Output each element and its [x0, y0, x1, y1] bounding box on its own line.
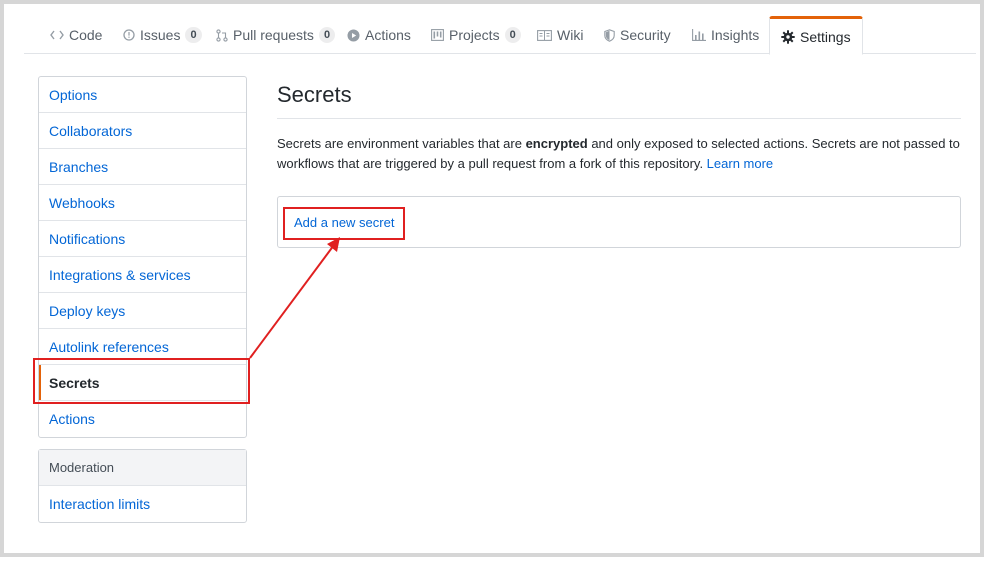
page-title: Secrets — [277, 82, 352, 107]
play-icon — [347, 29, 360, 42]
tab-label: Projects — [449, 27, 500, 43]
tab-label: Actions — [365, 27, 411, 43]
project-icon — [431, 29, 444, 41]
book-icon — [537, 29, 552, 41]
graph-icon — [692, 29, 706, 41]
sidebar-item-integrations[interactable]: Integrations & services — [39, 257, 246, 293]
tab-security[interactable]: Security — [604, 16, 671, 54]
sidebar-item-autolink-references[interactable]: Autolink references — [39, 329, 246, 365]
secrets-description: Secrets are environment variables that a… — [277, 134, 967, 174]
issue-icon — [123, 29, 135, 41]
description-text: Secrets are environment variables that a… — [277, 136, 526, 151]
moderation-sidebar: Moderation Interaction limits — [38, 449, 247, 523]
tab-label: Insights — [711, 27, 760, 43]
tab-wiki[interactable]: Wiki — [537, 16, 583, 54]
secrets-panel: Add a new secret — [277, 196, 961, 248]
tab-label: Code — [69, 27, 103, 43]
tab-label: Pull requests — [233, 27, 314, 43]
repo-tabs: Code Issues 0 Pull requests 0 Actions Pr… — [24, 16, 976, 55]
tab-label: Wiki — [557, 27, 584, 43]
screenshot-frame: Code Issues 0 Pull requests 0 Actions Pr… — [0, 0, 984, 557]
sidebar-item-notifications[interactable]: Notifications — [39, 221, 246, 257]
tab-issues[interactable]: Issues 0 — [123, 16, 202, 54]
sidebar-item-secrets[interactable]: Secrets — [39, 365, 246, 401]
tab-code[interactable]: Code — [50, 16, 102, 54]
settings-sidebar: Options Collaborators Branches Webhooks … — [38, 76, 247, 438]
issues-counter: 0 — [185, 27, 202, 43]
add-secret-link[interactable]: Add a new secret — [294, 215, 394, 230]
tab-label: Issues — [140, 27, 181, 43]
gear-icon — [781, 29, 795, 44]
sidebar-item-deploy-keys[interactable]: Deploy keys — [39, 293, 246, 329]
tab-settings[interactable]: Settings — [769, 16, 863, 55]
tab-label: Settings — [800, 28, 851, 45]
moderation-heading: Moderation — [39, 450, 246, 486]
sidebar-item-interaction-limits[interactable]: Interaction limits — [39, 486, 246, 522]
pull-request-icon — [216, 28, 228, 42]
projects-counter: 0 — [504, 27, 521, 43]
tab-pull-requests[interactable]: Pull requests 0 — [216, 16, 336, 54]
shield-icon — [604, 28, 615, 42]
description-emphasis: encrypted — [525, 136, 588, 151]
sidebar-item-actions[interactable]: Actions — [39, 401, 246, 437]
sidebar-item-options[interactable]: Options — [39, 77, 246, 113]
sidebar-item-collaborators[interactable]: Collaborators — [39, 113, 246, 149]
tab-actions[interactable]: Actions — [347, 16, 411, 54]
sidebar-item-branches[interactable]: Branches — [39, 149, 246, 185]
tab-insights[interactable]: Insights — [692, 16, 759, 54]
sidebar-item-webhooks[interactable]: Webhooks — [39, 185, 246, 221]
tab-label: Security — [620, 27, 671, 43]
tab-projects[interactable]: Projects 0 — [431, 16, 521, 54]
pull-requests-counter: 0 — [318, 27, 336, 43]
learn-more-link[interactable]: Learn more — [707, 156, 773, 171]
title-divider — [277, 118, 961, 119]
code-icon — [50, 30, 64, 40]
